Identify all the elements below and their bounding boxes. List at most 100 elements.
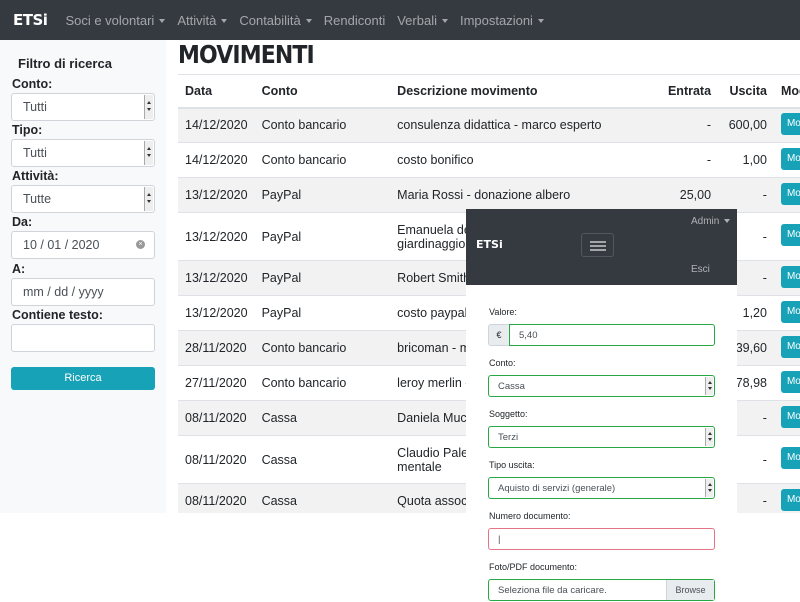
foto-label: Foto/PDF documento: [489,562,578,572]
cell-data: 14/12/2020 [178,142,255,178]
attivita-select[interactable]: Tutte [11,185,155,213]
nav-soci-volontari[interactable]: Soci e volontari [65,13,166,28]
select-arrows-icon [705,479,713,497]
nav-impostazioni[interactable]: Impostazioni [460,13,544,28]
modifica-button[interactable]: Mod [780,300,800,323]
cell-data: 13/12/2020 [178,295,255,331]
cell-descrizione: Maria Rossi - donazione albero [390,177,661,213]
chevron-down-icon [724,219,731,224]
cell-data: 08/11/2020 [178,435,255,484]
nav-label: Contabilità [239,12,301,28]
cell-descrizione: costo bonifico [390,142,661,178]
modifica-button[interactable]: Mod [780,265,800,288]
clear-icon[interactable]: × [136,240,145,249]
cell-data: 14/12/2020 [178,107,255,143]
cell-conto: Conto bancario [254,365,391,401]
modifica-button[interactable]: Mod [780,112,800,135]
cell-modifica: Mod [773,483,800,513]
modifica-button[interactable]: Mod [780,370,800,393]
valore-input[interactable]: 5,40 [509,324,715,346]
nav-verbali[interactable]: Verbali [397,13,448,28]
admin-menu[interactable]: Admin [691,216,731,227]
tipo-uscita-select[interactable]: Aquisto di servizi (generale) [488,477,715,499]
modifica-button[interactable]: Mod [780,147,800,170]
cell-modifica: Mod [773,365,800,401]
conto-field-label: Conto: [489,358,516,368]
esci-link[interactable]: Esci [691,264,710,275]
cell-modifica: Mod [773,142,800,178]
hamburger-line [590,249,606,251]
da-date-input[interactable]: 10 / 01 / 2020 × [11,231,155,259]
a-date-placeholder: mm / dd / yyyy [23,285,104,299]
cell-entrata: - [660,142,719,178]
modifica-button[interactable]: Mod [780,224,800,246]
cell-uscita: - [718,177,774,213]
select-arrows-icon [144,187,153,211]
col-header-entrata: Entrata [660,74,719,109]
table-header-row: Data Conto Descrizione movimento Entrata… [178,74,800,109]
tipo-uscita-label: Tipo uscita: [489,460,535,470]
cell-conto: PayPal [254,212,391,261]
hamburger-line [590,245,606,247]
nav-label: Attività [177,12,217,28]
filter-title: Filtro di ricerca [18,56,112,71]
soggetto-select[interactable]: Terzi [488,426,715,448]
col-header-modifica: Mod [773,74,800,109]
cell-conto: Cassa [254,435,391,484]
cell-conto: Cassa [254,483,391,513]
conto-select[interactable]: Tutti [11,93,155,121]
modifica-button[interactable]: Mod [780,335,800,358]
chevron-down-icon [537,19,544,24]
select-arrows-icon [144,95,153,119]
browse-button[interactable]: Browse [666,580,714,600]
table-row: 14/12/2020 Conto bancario consulenza didat… [178,107,800,143]
admin-label: Admin [691,216,720,227]
search-button[interactable]: Ricerca [11,367,155,390]
col-header-data: Data [178,74,255,109]
testo-label: Contiene testo: [12,308,103,322]
modifica-button[interactable]: Mod [780,447,800,469]
filter-sidebar: Filtro di ricerca Conto: Tutti Tipo: Tut… [0,40,166,513]
nav-label: Impostazioni [459,12,533,28]
conto-field-select[interactable]: Cassa [488,375,715,397]
a-label: A: [12,262,26,276]
cell-entrata: - [660,107,719,143]
nav-attivita[interactable]: Attività [177,12,228,28]
modifica-button[interactable]: Mod [780,182,800,205]
cell-entrata: 25,00 [660,177,719,213]
chevron-down-icon [305,19,312,24]
numero-documento-input[interactable]: | [488,528,715,550]
attivita-select-value: Tutte [23,192,52,206]
select-arrows-icon [705,428,713,446]
nav-label: Verbali [397,12,437,28]
tipo-label: Tipo: [12,123,43,137]
col-header-descrizione: Descrizione movimento [390,74,661,109]
da-date-value: 10 / 01 / 2020 [23,238,100,252]
cell-modifica: Mod [773,212,800,261]
chevron-down-icon [159,19,166,24]
brand-logo[interactable]: ETSi [13,11,48,29]
chevron-down-icon [221,19,228,24]
soggetto-value: Terzi [498,432,519,443]
attivita-label: Attività: [12,169,59,183]
cell-conto: Conto bancario [254,142,391,178]
file-upload-input[interactable]: Seleziona file da caricare. Browse [488,579,715,601]
tipo-select[interactable]: Tutti [11,139,155,167]
cell-descrizione: consulenza didattica - marco esperto [390,107,661,143]
da-label: Da: [12,215,33,229]
cell-data: 13/12/2020 [178,260,255,296]
cell-conto: PayPal [254,295,391,331]
cell-data: 08/11/2020 [178,483,255,513]
a-date-input[interactable]: mm / dd / yyyy [11,278,155,306]
nav-label: Rendiconti [323,12,386,28]
testo-input[interactable] [11,324,155,352]
cell-conto: Cassa [254,400,391,436]
cell-modifica: Mod [773,260,800,296]
hamburger-menu-icon[interactable] [581,233,614,257]
nav-rendiconti[interactable]: Rendiconti [324,13,385,28]
modifica-button[interactable]: Mod [780,488,800,511]
overlay-brand-logo[interactable]: ETSi [476,238,503,251]
cell-modifica: Mod [773,107,800,143]
nav-contabilita[interactable]: Contabilità [239,12,312,28]
modifica-button[interactable]: Mod [780,405,800,428]
